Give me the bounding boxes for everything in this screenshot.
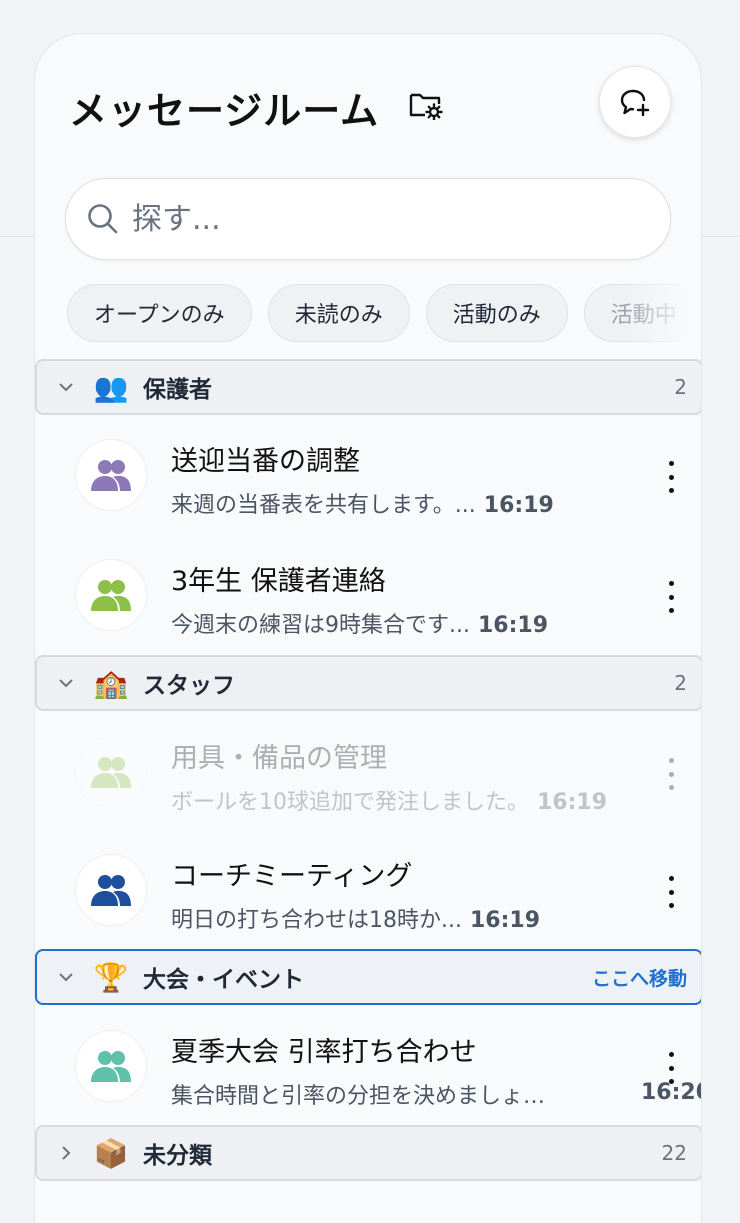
chevron-down-icon [59, 973, 73, 982]
group-icon [91, 1051, 131, 1082]
group-icon [91, 875, 131, 906]
group-header-events[interactable]: 🏆 大会・イベント ここへ移動 [35, 949, 701, 1005]
group-name: 保護者 [143, 377, 212, 403]
avatar [75, 854, 147, 926]
room-time: 16:19 [477, 613, 549, 638]
chevron-down-icon [59, 679, 73, 688]
search-icon [88, 204, 118, 234]
search-box[interactable] [65, 178, 671, 260]
room-title: 送迎当番の調整 [171, 446, 360, 477]
more-options-icon[interactable] [661, 457, 681, 497]
filter-chips: オープンのみ 未読のみ 活動のみ 活動中 [67, 284, 687, 342]
folder-gear-icon[interactable] [409, 90, 443, 120]
group-header-uncategorized[interactable]: 📦 未分類 22 [35, 1125, 701, 1181]
room-time: 16:19 [469, 908, 541, 933]
room-preview: ボールを10球追加で発注しました。 16:19 [171, 784, 607, 816]
room-title: 夏季大会 引率打ち合わせ [171, 1037, 477, 1068]
room-item[interactable]: 夏季大会 引率打ち合わせ 集合時間と引率の分担を決めましょ… 16:20 [35, 1008, 701, 1126]
room-time: 16:19 [483, 493, 554, 518]
preview-text: 集合時間と引率の分担を決めましょ… [171, 1084, 546, 1109]
room-item-dragging[interactable]: 用具・備品の管理 ボールを10球追加で発注しました。 16:19 [35, 714, 701, 832]
room-title: 3年生 保護者連絡 [171, 566, 386, 597]
panel-header: メッセージルーム [35, 34, 701, 174]
avatar [75, 1030, 147, 1102]
group-icon [91, 757, 131, 788]
room-time: 16:19 [537, 790, 608, 815]
room-item[interactable]: 3年生 保護者連絡 今週末の練習は9時集合です... 16:19 [35, 537, 701, 655]
avatar [75, 439, 147, 511]
group-header-parents[interactable]: 👥 保護者 2 [35, 359, 701, 415]
filter-unread-only[interactable]: 未読のみ [267, 284, 410, 342]
chips-overflow-fade [625, 284, 691, 342]
group-icon [91, 460, 131, 491]
group-count: 2 [674, 375, 687, 399]
group-header-staff[interactable]: 🏫 スタッフ 2 [35, 655, 701, 711]
more-options-icon[interactable] [661, 577, 681, 617]
preview-text: 来週の当番表を共有します。... [171, 493, 476, 518]
preview-text: 今週末の練習は9時集合です... [171, 613, 470, 638]
more-options-icon[interactable] [661, 754, 681, 794]
group-count: 2 [674, 671, 687, 695]
room-item[interactable]: コーチミーティング 明日の打ち合わせは18時か... 16:19 [35, 832, 701, 950]
room-preview: 集合時間と引率の分担を決めましょ… [171, 1078, 545, 1110]
chevron-right-icon [62, 1146, 71, 1160]
avatar [75, 736, 147, 808]
chevron-down-icon [59, 383, 73, 392]
group-name: 未分類 [143, 1143, 212, 1169]
group-name: 大会・イベント [143, 967, 304, 993]
room-preview: 明日の打ち合わせは18時か... 16:19 [171, 902, 540, 934]
group-count: 22 [661, 1141, 687, 1165]
group-icon [91, 580, 131, 611]
group-emoji: 📦 [93, 1136, 129, 1170]
preview-text: ボールを10球追加で発注しました。 [171, 790, 529, 815]
room-preview: 来週の当番表を共有します。... 16:19 [171, 487, 554, 519]
drop-here-label: ここへ移動 [591, 967, 687, 990]
group-emoji: 👥 [93, 370, 129, 404]
message-room-panel: メッセージルーム 探す... オープンのみ 未読のみ 活動のみ 👥 保護者 2 … [34, 33, 702, 1223]
group-emoji: 🏆 [93, 960, 129, 994]
room-title: 用具・備品の管理 [171, 743, 387, 774]
room-preview: 今週末の練習は9時集合です... 16:19 [171, 607, 548, 639]
filter-open-only[interactable]: オープンのみ [67, 284, 252, 342]
page-title: メッセージルーム [69, 89, 380, 133]
search-input[interactable] [132, 201, 632, 237]
room-title: コーチミーティング [171, 861, 413, 892]
group-emoji: 🏫 [93, 666, 129, 700]
more-options-icon[interactable] [661, 872, 681, 912]
new-chat-button[interactable] [599, 66, 671, 138]
filter-activity-only[interactable]: 活動のみ [425, 284, 568, 342]
more-options-icon[interactable] [661, 1048, 681, 1088]
preview-text: 明日の打ち合わせは18時か... [171, 908, 462, 933]
avatar [75, 559, 147, 631]
group-name: スタッフ [143, 673, 235, 699]
room-item[interactable]: 送迎当番の調整 来週の当番表を共有します。... 16:19 [35, 417, 701, 535]
chat-plus-icon [620, 89, 650, 117]
